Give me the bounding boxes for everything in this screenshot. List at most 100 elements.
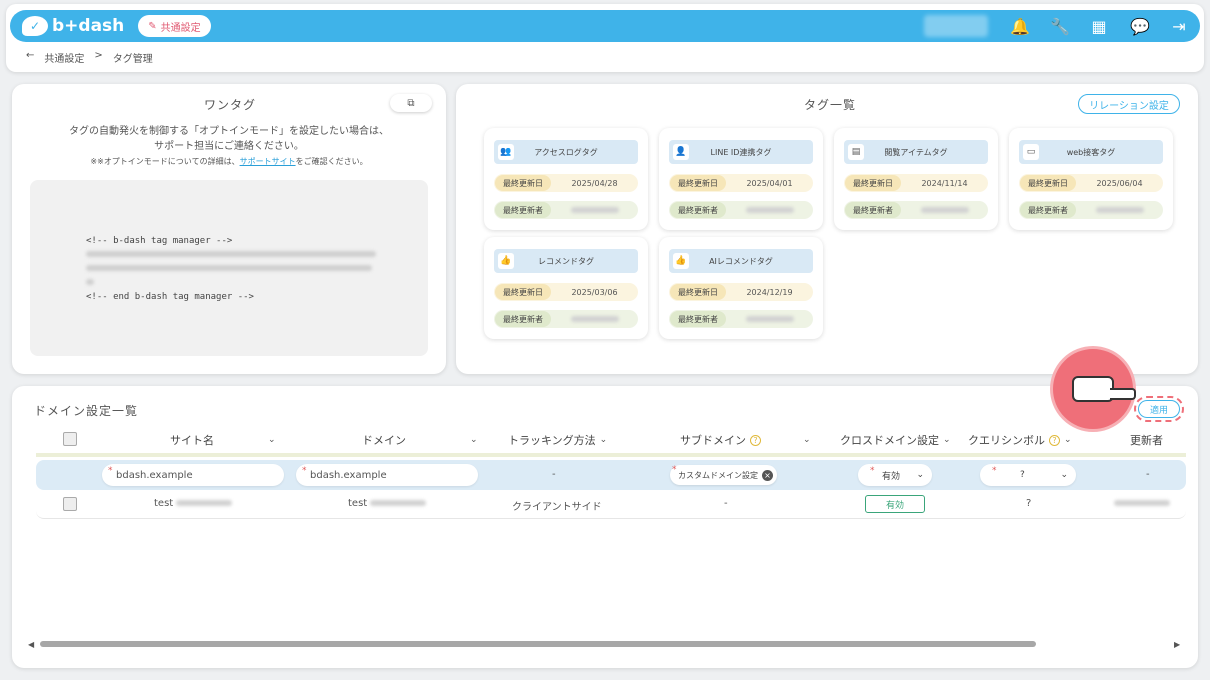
- site-name-input[interactable]: * bdash.example: [102, 464, 284, 486]
- tag-card-ai-recommend[interactable]: 👍 AIレコメンドタグ 最終更新日 2024/12/19 最終更新者: [659, 237, 823, 339]
- table-row[interactable]: test test クライアントサイド - 有効 ?: [36, 491, 1186, 519]
- domain-settings-card: ドメイン設定一覧: [12, 386, 1198, 668]
- wrench-icon[interactable]: 🔧: [1050, 17, 1070, 36]
- breadcrumb: ← 共通設定 > タグ管理: [26, 50, 153, 65]
- tag-card-line-id[interactable]: 👤 LINE ID連携タグ 最終更新日 2025/04/01 最終更新者: [659, 128, 823, 230]
- top-bar: ✓ b+dash ✎ 共通設定 🔔 🔧 ▦ 💬 ⇥: [10, 10, 1200, 42]
- users-icon: 👥: [498, 144, 514, 160]
- code-blurred-line: [86, 264, 428, 278]
- note-suffix: をご確認ください。: [295, 157, 368, 166]
- help-icon[interactable]: ?: [750, 434, 761, 446]
- tracking-cell: -: [552, 469, 556, 480]
- copy-icon: ⧉: [407, 97, 415, 109]
- chevron-down-icon[interactable]: ⌄: [943, 435, 951, 445]
- domain-cell: test: [348, 498, 427, 509]
- common-settings-pill[interactable]: ✎ 共通設定: [138, 15, 211, 37]
- last-updated-label: 最終更新日: [845, 175, 901, 191]
- logout-icon[interactable]: ⇥: [1170, 17, 1188, 36]
- cross-domain-value: 有効: [882, 471, 901, 482]
- support-site-link[interactable]: サポートサイト: [240, 157, 296, 166]
- last-updated-value: 2024/12/19: [746, 287, 793, 297]
- breadcrumb-parent[interactable]: 共通設定: [44, 50, 84, 65]
- tracking-cell: クライアントサイド: [512, 502, 602, 513]
- tag-name: web接客タグ: [1066, 147, 1116, 157]
- last-updated-label: 最終更新日: [495, 284, 551, 300]
- last-updated-label: 最終更新日: [670, 284, 726, 300]
- tag-card-view-item[interactable]: ▤ 閲覧アイテムタグ 最終更新日 2024/11/14 最終更新者: [834, 128, 998, 230]
- tag-name: LINE ID連携タグ: [710, 147, 772, 157]
- logo-text: b+dash: [52, 16, 125, 36]
- updater-blurred: [570, 206, 619, 213]
- horizontal-scrollbar[interactable]: ◀ ▶: [28, 638, 1184, 650]
- tag-card-access-log[interactable]: 👥 アクセスログタグ 最終更新日 2025/04/28 最終更新者: [484, 128, 648, 230]
- tag-name: アクセスログタグ: [534, 147, 598, 157]
- apply-button[interactable]: 適用: [1134, 396, 1184, 422]
- query-symbol-cell: ?: [1026, 498, 1032, 509]
- last-updater-label: 最終更新者: [845, 202, 901, 218]
- chat-icon[interactable]: 💬: [1130, 17, 1150, 36]
- relation-settings-button[interactable]: リレーション設定: [1078, 94, 1180, 114]
- user-info[interactable]: [924, 15, 988, 37]
- updater-cell: [1114, 498, 1170, 509]
- one-tag-title: ワンタグ: [199, 98, 261, 115]
- updater-blurred: [1095, 206, 1144, 213]
- tag-icon: ✎: [148, 20, 157, 32]
- last-updater-label: 最終更新者: [670, 202, 726, 218]
- domain-input[interactable]: * bdash.example: [296, 464, 478, 486]
- scroll-left-icon[interactable]: ◀: [28, 640, 38, 649]
- close-icon[interactable]: ×: [762, 469, 773, 481]
- tag-list-card: タグ一覧 リレーション設定 👥 アクセスログタグ 最終更新日 2025/04/28 …: [456, 84, 1198, 374]
- edit-row: * bdash.example * bdash.example - * カスタムドメイ…: [36, 460, 1186, 490]
- query-symbol-select[interactable]: *? ⌄: [980, 464, 1076, 486]
- list-icon: ▤: [848, 144, 864, 160]
- help-icon[interactable]: ?: [1049, 434, 1060, 446]
- last-updated-value: 2024/11/14: [921, 178, 968, 188]
- code-blurred-line: [86, 278, 428, 292]
- subdomain-chip[interactable]: * カスタムドメイン設定 ×: [670, 465, 777, 485]
- user-icon: 👤: [673, 144, 689, 160]
- table-header: サイト名 ⌄ ドメイン ⌄ トラッキング方法 ⌄ サブドメイン? ⌄ クロスドメイン設定…: [50, 432, 1190, 454]
- tag-code-box[interactable]: <!-- b-dash tag manager --> <!-- end b-d…: [30, 180, 428, 356]
- copy-button[interactable]: ⧉: [390, 94, 432, 112]
- chevron-down-icon[interactable]: ⌄: [268, 435, 276, 445]
- subdomain-chip-label: カスタムドメイン設定: [678, 470, 758, 480]
- query-symbol-value: ?: [1020, 470, 1025, 480]
- last-updated-value: 2025/04/01: [746, 178, 793, 188]
- chevron-down-icon[interactable]: ⌄: [600, 435, 608, 445]
- breadcrumb-current: タグ管理: [112, 54, 153, 65]
- code-blurred-line: [86, 250, 428, 264]
- chevron-down-icon[interactable]: ⌄: [470, 435, 478, 445]
- tag-name: レコメンドタグ: [538, 256, 594, 266]
- scroll-right-icon[interactable]: ▶: [1174, 640, 1184, 649]
- monitor-icon: ▭: [1023, 144, 1039, 160]
- col-subdomain: サブドメイン: [680, 434, 746, 447]
- last-updater-label: 最終更新者: [495, 311, 551, 327]
- scrollbar-thumb[interactable]: [40, 641, 1036, 647]
- chevron-down-icon[interactable]: ⌄: [1064, 435, 1072, 445]
- tag-card-web-service[interactable]: ▭ web接客タグ 最終更新日 2025/06/04 最終更新者: [1009, 128, 1173, 230]
- bell-icon[interactable]: 🔔: [1010, 17, 1030, 36]
- row-checkbox[interactable]: [63, 497, 77, 511]
- updater-blurred: [745, 206, 794, 213]
- last-updated-label: 最終更新日: [1020, 175, 1076, 191]
- breadcrumb-separator: >: [94, 50, 103, 61]
- app-logo[interactable]: ✓ b+dash: [22, 16, 124, 36]
- cross-domain-select[interactable]: * 有効 ⌄: [858, 464, 932, 486]
- col-updater: 更新者: [1130, 434, 1163, 447]
- one-tag-card: ワンタグ ⧉ タグの自動発火を制御する「オプトインモード」を設定したい場合は、 …: [12, 84, 446, 374]
- last-updated-value: 2025/06/04: [1096, 178, 1143, 188]
- grid-icon[interactable]: ▦: [1090, 17, 1108, 36]
- back-arrow-icon[interactable]: ←: [26, 50, 34, 65]
- tag-name: AIレコメンドタグ: [709, 256, 773, 266]
- updater-cell: -: [1146, 469, 1150, 480]
- code-end-comment: <!-- end b-dash tag manager -->: [86, 292, 254, 302]
- site-name-cell: test: [154, 498, 233, 509]
- subdomain-cell: -: [724, 498, 728, 509]
- col-site-name: サイト名: [170, 434, 214, 447]
- col-query-symbol: クエリシンボル: [968, 434, 1045, 447]
- chevron-down-icon[interactable]: ⌄: [803, 435, 811, 445]
- updater-blurred: [570, 315, 619, 322]
- last-updated-value: 2025/03/06: [571, 287, 618, 297]
- tag-card-recommend[interactable]: 👍 レコメンドタグ 最終更新日 2025/03/06 最終更新者: [484, 237, 648, 339]
- tag-list-title: タグ一覧: [799, 98, 861, 115]
